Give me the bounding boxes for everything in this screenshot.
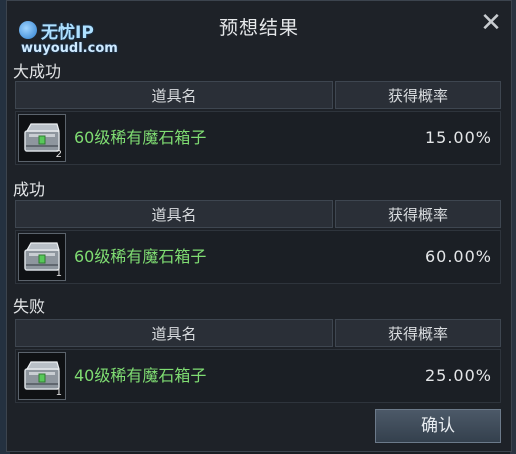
item-slot[interactable]: 1 <box>18 352 66 400</box>
table-header: 道具名 获得概率 <box>15 319 501 347</box>
item-rate: 25.00% <box>424 366 492 385</box>
item-name: 60级稀有魔石箱子 <box>74 247 207 266</box>
column-header-item-name: 道具名 <box>15 81 333 109</box>
column-header-rate: 获得概率 <box>335 81 501 109</box>
column-header-rate: 获得概率 <box>335 319 501 347</box>
table-header: 道具名 获得概率 <box>15 81 501 109</box>
confirm-button[interactable]: 确认 <box>375 409 501 443</box>
item-slot[interactable]: 2 <box>18 114 66 162</box>
item-quantity: 1 <box>55 387 62 398</box>
table-row: 1 60级稀有魔石箱子 60.00% <box>15 230 501 284</box>
prediction-result-dialog: 预想结果 ✕ 无忧IP wuyoudl.com 大成功 道具名 获得概率 2 6… <box>6 0 512 452</box>
item-rate: 15.00% <box>424 128 492 147</box>
watermark: 无忧IP wuyoudl.com <box>19 21 129 61</box>
section-label-great-success: 大成功 <box>13 62 62 81</box>
watermark-url: wuyoudl.com <box>21 41 118 56</box>
table-row: 1 40级稀有魔石箱子 25.00% <box>15 349 501 403</box>
watermark-brand: 无忧IP <box>41 23 94 43</box>
section-label-success: 成功 <box>13 180 46 199</box>
item-quantity: 2 <box>55 149 62 160</box>
section-label-failure: 失败 <box>13 297 46 316</box>
close-icon[interactable]: ✕ <box>479 10 503 36</box>
table-row: 2 60级稀有魔石箱子 15.00% <box>15 111 501 165</box>
column-header-item-name: 道具名 <box>15 200 333 228</box>
item-name: 40级稀有魔石箱子 <box>74 366 207 385</box>
column-header-item-name: 道具名 <box>15 319 333 347</box>
watermark-logo-icon <box>19 21 37 39</box>
table-header: 道具名 获得概率 <box>15 200 501 228</box>
item-quantity: 1 <box>55 268 62 279</box>
item-rate: 60.00% <box>424 247 492 266</box>
item-slot[interactable]: 1 <box>18 233 66 281</box>
column-header-rate: 获得概率 <box>335 200 501 228</box>
item-name: 60级稀有魔石箱子 <box>74 128 207 147</box>
